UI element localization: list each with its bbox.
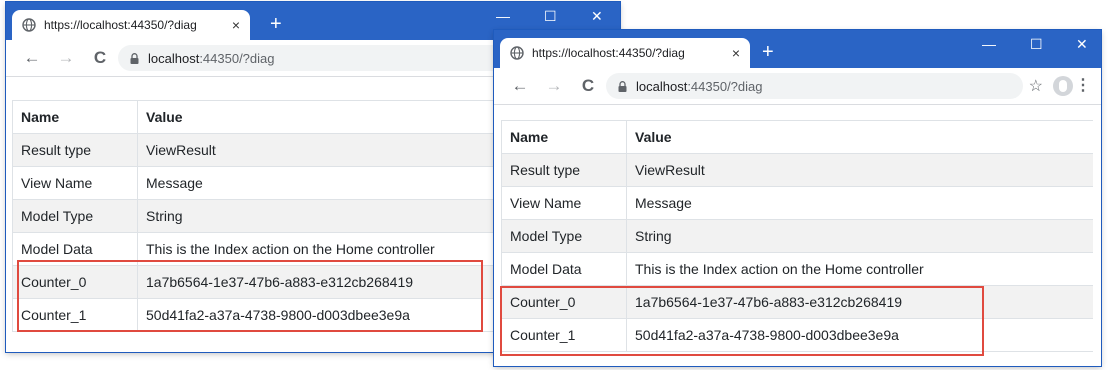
row-name: Result type	[12, 133, 138, 167]
tab-title: https://localhost:44350/?diag	[44, 18, 197, 32]
row-name: Counter_0	[12, 265, 138, 299]
globe-icon	[510, 46, 524, 60]
forward-button[interactable]: →	[542, 76, 566, 96]
close-window-button[interactable]: ✕	[1076, 36, 1088, 53]
profile-avatar-icon[interactable]	[1053, 76, 1073, 96]
back-button[interactable]: ←	[20, 48, 44, 68]
row-name: Counter_1	[12, 298, 138, 332]
lock-icon	[618, 80, 627, 92]
tab-close-icon[interactable]: ×	[732, 45, 740, 61]
row-name: View Name	[12, 166, 138, 200]
bookmark-star-icon[interactable]: ☆	[1029, 76, 1043, 96]
row-value: ViewResult	[626, 153, 1093, 187]
maximize-button[interactable]: ☐	[544, 8, 557, 25]
navigation-toolbar: ← → C localhost:44350/?diag ☆ ⋮	[494, 68, 1101, 105]
browser-tab[interactable]: https://localhost:44350/?diag ×	[500, 38, 750, 68]
url-host: localhost	[636, 78, 688, 94]
row-name: Model Type	[501, 219, 627, 253]
close-window-button[interactable]: ✕	[591, 8, 603, 25]
table-row: Model Type String	[501, 219, 1093, 253]
url-host: localhost	[148, 50, 200, 66]
row-name: View Name	[501, 186, 627, 220]
browser-window-front: https://localhost:44350/?diag × + — ☐ ✕ …	[494, 30, 1101, 366]
table-row: Model Data This is the Index action on th…	[501, 252, 1093, 286]
new-tab-button[interactable]: +	[762, 42, 774, 62]
row-value: 1a7b6564-1e37-47b6-a883-e312cb268419	[626, 285, 1093, 319]
header-name: Name	[12, 100, 138, 134]
minimize-button[interactable]: —	[982, 36, 996, 52]
row-name: Counter_1	[501, 318, 627, 352]
maximize-button[interactable]: ☐	[1030, 36, 1043, 53]
row-value: 50d41fa2-a37a-4738-9800-d003dbee3e9a	[626, 318, 1093, 352]
url-path: :44350/?diag	[199, 50, 275, 66]
row-name: Result type	[501, 153, 627, 187]
browser-tab[interactable]: https://localhost:44350/?diag ×	[12, 10, 250, 40]
tab-title: https://localhost:44350/?diag	[532, 46, 685, 60]
new-tab-button[interactable]: +	[270, 14, 282, 34]
table-row: Counter_1 50d41fa2-a37a-4738-9800-d003dbe…	[501, 318, 1093, 352]
menu-icon[interactable]: ⋮	[1075, 75, 1091, 95]
lock-icon	[130, 52, 139, 64]
url-path: :44350/?diag	[687, 78, 763, 94]
back-button[interactable]: ←	[508, 76, 532, 96]
row-value: This is the Index action on the Home con…	[626, 252, 1093, 286]
table-header-row: Name Value	[501, 120, 1093, 154]
row-name: Model Type	[12, 199, 138, 233]
row-name: Model Data	[501, 252, 627, 286]
forward-button[interactable]: →	[54, 48, 78, 68]
row-name: Counter_0	[501, 285, 627, 319]
title-bar: https://localhost:44350/?diag × + — ☐ ✕	[494, 30, 1101, 68]
reload-button[interactable]: C	[576, 76, 600, 96]
table-row: Result type ViewResult	[501, 153, 1093, 187]
row-value: String	[626, 219, 1093, 253]
diagnostics-table: Name Value Result type ViewResult View Na…	[501, 120, 1093, 352]
header-name: Name	[501, 120, 627, 154]
header-value: Value	[626, 120, 1093, 154]
globe-icon	[22, 18, 36, 32]
page-content: Name Value Result type ViewResult View Na…	[494, 120, 1101, 352]
address-bar[interactable]: localhost:44350/?diag	[606, 73, 1023, 99]
row-value: Message	[626, 186, 1093, 220]
minimize-button[interactable]: —	[496, 8, 510, 24]
row-name: Model Data	[12, 232, 138, 266]
table-row: View Name Message	[501, 186, 1093, 220]
table-row: Counter_0 1a7b6564-1e37-47b6-a883-e312cb2…	[501, 285, 1093, 319]
tab-close-icon[interactable]: ×	[232, 17, 240, 33]
reload-button[interactable]: C	[88, 48, 112, 68]
